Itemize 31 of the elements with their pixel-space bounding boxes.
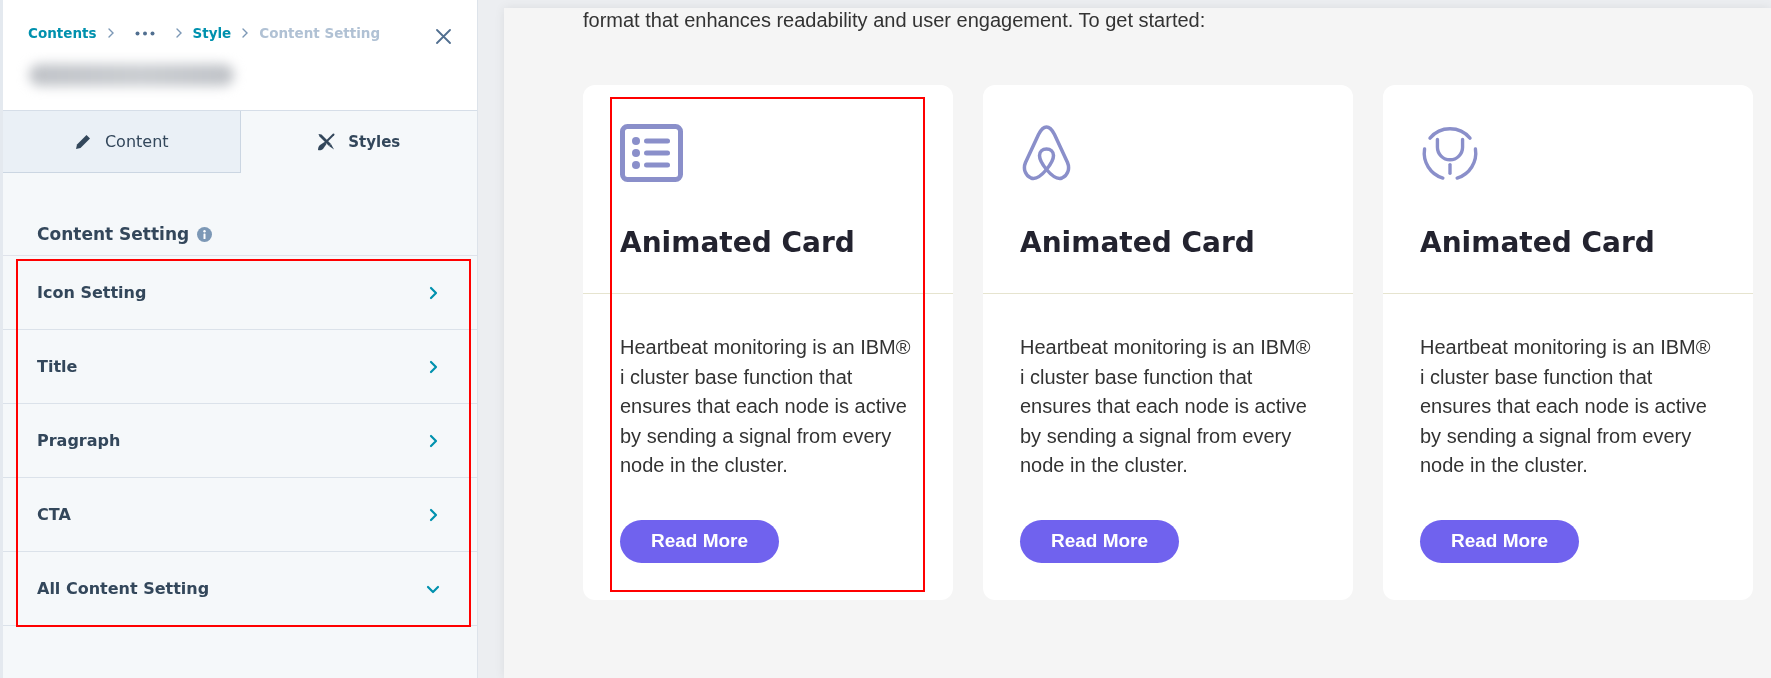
card-text: Heartbeat monitoring is an IBM® i cluster base function that ensures that each node is active by sending a signal from every node in the cluster. [1420, 335, 1712, 478]
chevron-icon [242, 28, 249, 38]
breadcrumb-current-page: Content Setting [259, 25, 381, 41]
accordion-item[interactable]: All Content Setting [3, 552, 477, 626]
more-icon[interactable] [134, 30, 155, 36]
card-title: Animated Card [1420, 226, 1655, 260]
card-text: Heartbeat monitoring is an IBM® i cluster base function that ensures that each node is active by sending a signal from every node in the cluster. [1020, 335, 1312, 478]
fork-circle-icon [1420, 124, 1480, 182]
card-title: Animated Card [1020, 226, 1255, 260]
pencil-icon [73, 132, 92, 151]
accordion-item[interactable]: Pragraph [3, 404, 477, 478]
card-title: Animated Card [620, 226, 855, 260]
breadcrumb-link[interactable]: Contents [28, 25, 97, 41]
read-more-button[interactable]: Read More [1020, 519, 1179, 563]
crossed-brush-and-pen-icon [317, 133, 336, 151]
chevron-icon [107, 28, 114, 38]
read-more-button[interactable]: Read More [1420, 519, 1579, 563]
accordion-item[interactable]: Icon Setting [3, 256, 477, 330]
section-title: Content Setting [37, 224, 190, 244]
chevron-icon [175, 28, 182, 38]
card-text: Heartbeat monitoring is an IBM® i cluster base function that ensures that each node is active by sending a signal from every node in the cluster. [620, 335, 912, 478]
breadcrumb-link[interactable]: Style [192, 25, 232, 41]
looped-a-icon [1020, 124, 1073, 182]
read-more-button[interactable]: Read More [620, 519, 779, 563]
info-icon[interactable] [197, 226, 213, 242]
intro-text: format that enhances readability and user engagement. To get started: [583, 10, 1206, 30]
accordion-item[interactable]: CTA [3, 478, 477, 552]
panel-tab[interactable]: Content [3, 111, 241, 173]
close-icon[interactable] [436, 28, 451, 44]
list-icon [620, 124, 683, 182]
accordion-item[interactable]: Title [3, 330, 477, 404]
